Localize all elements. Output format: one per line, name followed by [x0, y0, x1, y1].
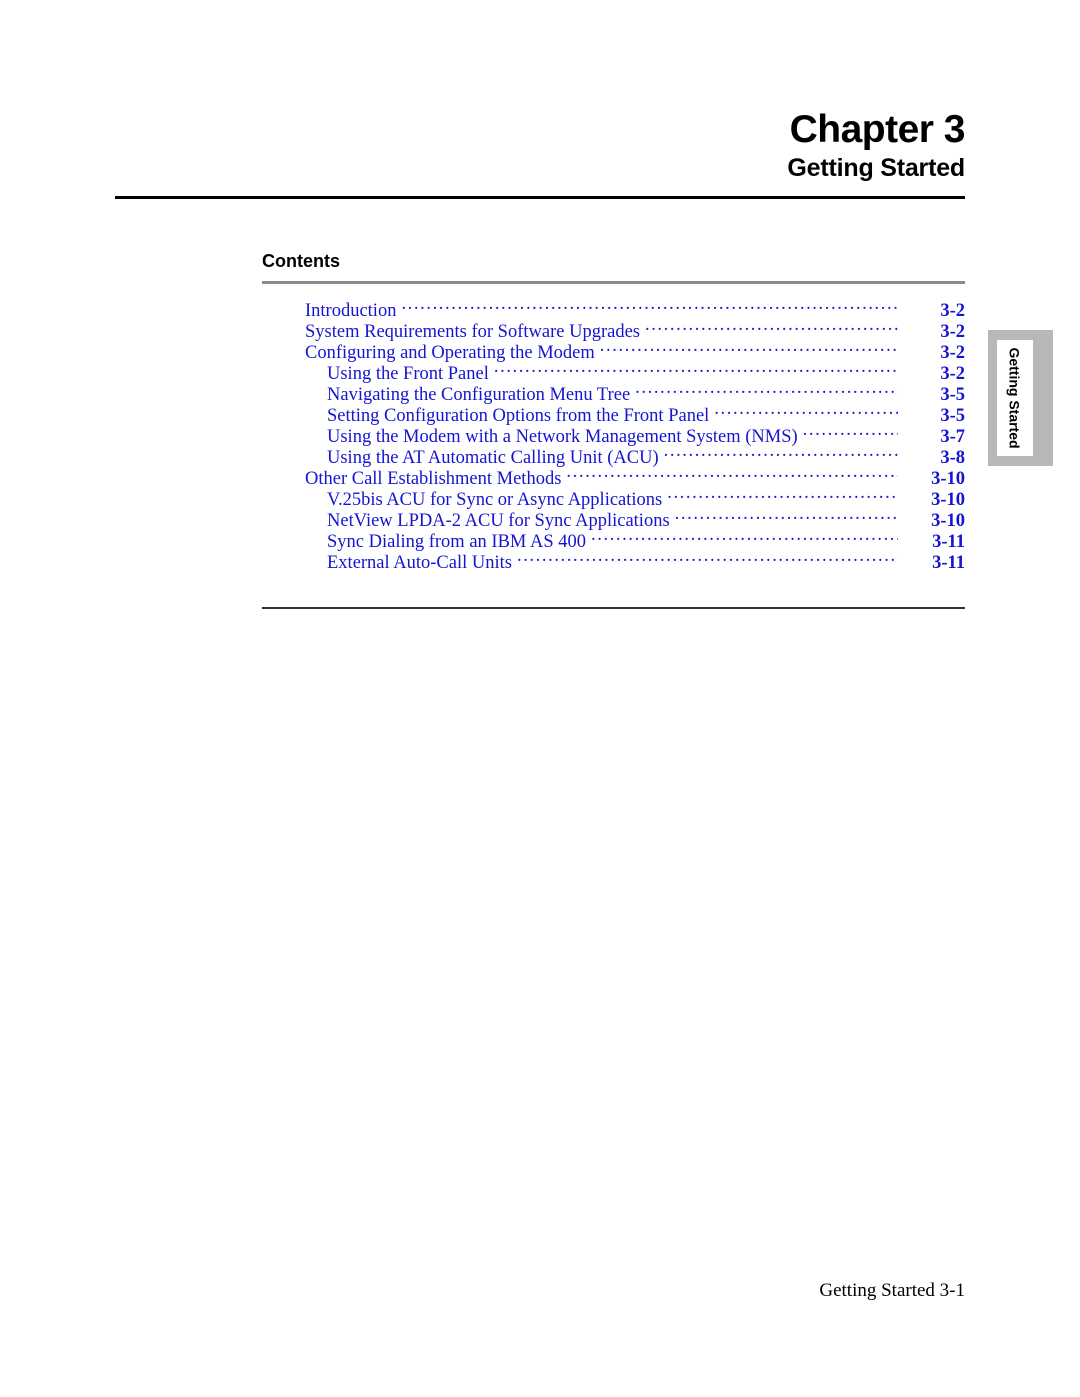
side-tab-label: Getting Started	[1007, 347, 1023, 449]
chapter-number-title: Chapter 3	[789, 108, 966, 151]
toc-entry-page-number: 3-7	[940, 427, 965, 447]
toc-dot-leader	[635, 379, 898, 400]
toc-entry-label: Other Call Establishment Methods	[305, 469, 562, 489]
toc-entry-page-number: 3-11	[932, 553, 965, 573]
toc-entry-label: System Requirements for Software Upgrade…	[305, 322, 640, 342]
toc-entry-page-number: 3-2	[940, 301, 965, 321]
toc-dot-leader	[645, 316, 898, 337]
toc-dot-leader	[667, 484, 898, 505]
table-of-contents: Introduction 3-2 System Requirements for S…	[262, 295, 965, 573]
toc-dot-leader	[591, 526, 898, 547]
toc-entry-label: Setting Configuration Options from the F…	[327, 406, 710, 426]
contents-bottom-rule	[262, 607, 965, 609]
side-tab-marker: Getting Started	[988, 330, 1053, 466]
toc-entry-page-number: 3-10	[931, 511, 965, 531]
toc-entry-page-number: 3-2	[940, 343, 965, 363]
toc-dot-leader	[401, 295, 898, 316]
page-footer: Getting Started 3-1	[819, 1280, 965, 1301]
toc-entry-page-number: 3-10	[931, 490, 965, 510]
toc-entry[interactable]: Introduction 3-2	[262, 295, 965, 321]
toc-entry-page-number: 3-11	[932, 532, 965, 552]
toc-entry-label: Using the Front Panel	[327, 364, 489, 384]
toc-entry-label: Introduction	[305, 301, 397, 321]
toc-dot-leader	[494, 358, 898, 379]
contents-heading: Contents	[262, 251, 340, 271]
toc-dot-leader	[566, 463, 898, 484]
header-divider-rule	[115, 196, 965, 199]
toc-entry-label: V.25bis ACU for Sync or Async Applicatio…	[327, 490, 663, 510]
toc-dot-leader	[517, 547, 898, 568]
document-page: Chapter 3 Getting Started Contents Intro…	[0, 0, 1080, 1397]
toc-dot-leader	[714, 400, 898, 421]
toc-entry-page-number: 3-2	[940, 364, 965, 384]
toc-dot-leader	[600, 337, 898, 358]
chapter-header: Chapter 3 Getting Started	[115, 108, 965, 183]
toc-entry-page-number: 3-2	[940, 322, 965, 342]
toc-entry-label: External Auto-Call Units	[327, 553, 512, 573]
toc-entry-page-number: 3-10	[931, 469, 965, 489]
toc-dot-leader	[664, 442, 898, 463]
toc-entry-label: Navigating the Configuration Menu Tree	[327, 385, 631, 405]
side-tab-inner-box: Getting Started	[997, 340, 1033, 456]
chapter-name-subtitle: Getting Started	[787, 154, 965, 182]
toc-entry-page-number: 3-5	[940, 406, 965, 426]
toc-dot-leader	[803, 421, 898, 442]
toc-entry-page-number: 3-5	[940, 385, 965, 405]
toc-dot-leader	[675, 505, 898, 526]
contents-top-rule	[262, 281, 965, 284]
toc-entry-page-number: 3-8	[940, 448, 965, 468]
